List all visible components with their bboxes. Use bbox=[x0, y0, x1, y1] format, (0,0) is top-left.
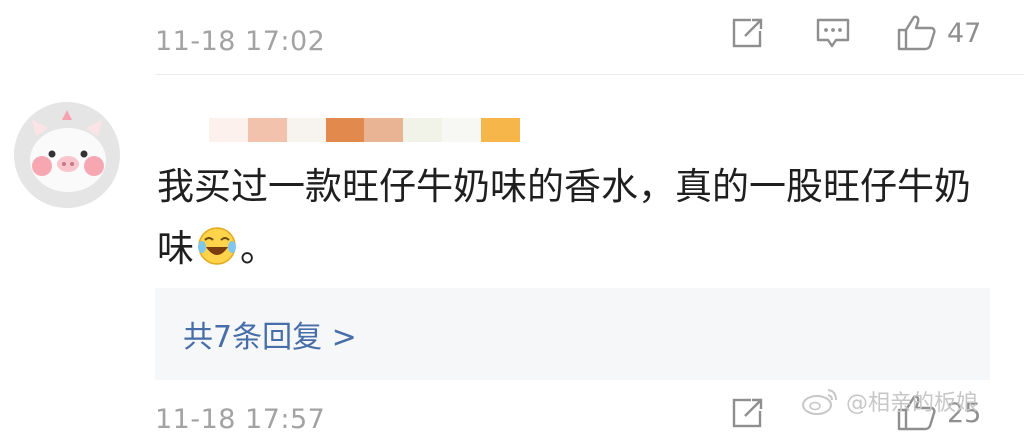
share-button[interactable] bbox=[731, 16, 765, 50]
watermark: @相亲的板娘 bbox=[800, 385, 978, 417]
like-count: 47 bbox=[947, 17, 982, 49]
comment-divider bbox=[155, 74, 1024, 75]
watermark-text: @相亲的板娘 bbox=[846, 391, 979, 416]
comment-timestamp: 11-18 17:02 bbox=[155, 26, 326, 57]
pig-avatar-icon bbox=[14, 102, 120, 208]
replies-box[interactable]: 共7条回复 > bbox=[155, 288, 990, 380]
avatar[interactable] bbox=[14, 102, 120, 208]
like-button[interactable]: 47 bbox=[897, 14, 981, 52]
comment-icon bbox=[816, 18, 850, 48]
laughing-crying-emoji-icon bbox=[196, 224, 238, 286]
comment-text: 我买过一款旺仔牛奶味的香水，真的一股旺仔牛奶味 。 bbox=[157, 156, 997, 286]
username-obscured[interactable] bbox=[170, 118, 521, 142]
thumbs-up-icon bbox=[897, 15, 936, 51]
previous-comment-footer: 11-18 17:02 47 bbox=[155, 14, 994, 57]
comment-button[interactable] bbox=[815, 16, 851, 50]
weibo-logo-icon bbox=[802, 389, 837, 415]
view-replies-link[interactable]: 共7条回复 > bbox=[183, 312, 357, 356]
comment-body: 我买过一款旺仔牛奶味的香水，真的一股旺仔牛奶味 bbox=[157, 165, 971, 270]
share-icon bbox=[732, 17, 765, 48]
share-button[interactable] bbox=[731, 396, 765, 430]
comment-timestamp: 11-18 17:57 bbox=[155, 404, 326, 435]
comment-body-end: 。 bbox=[240, 227, 277, 270]
share-icon bbox=[732, 397, 765, 428]
